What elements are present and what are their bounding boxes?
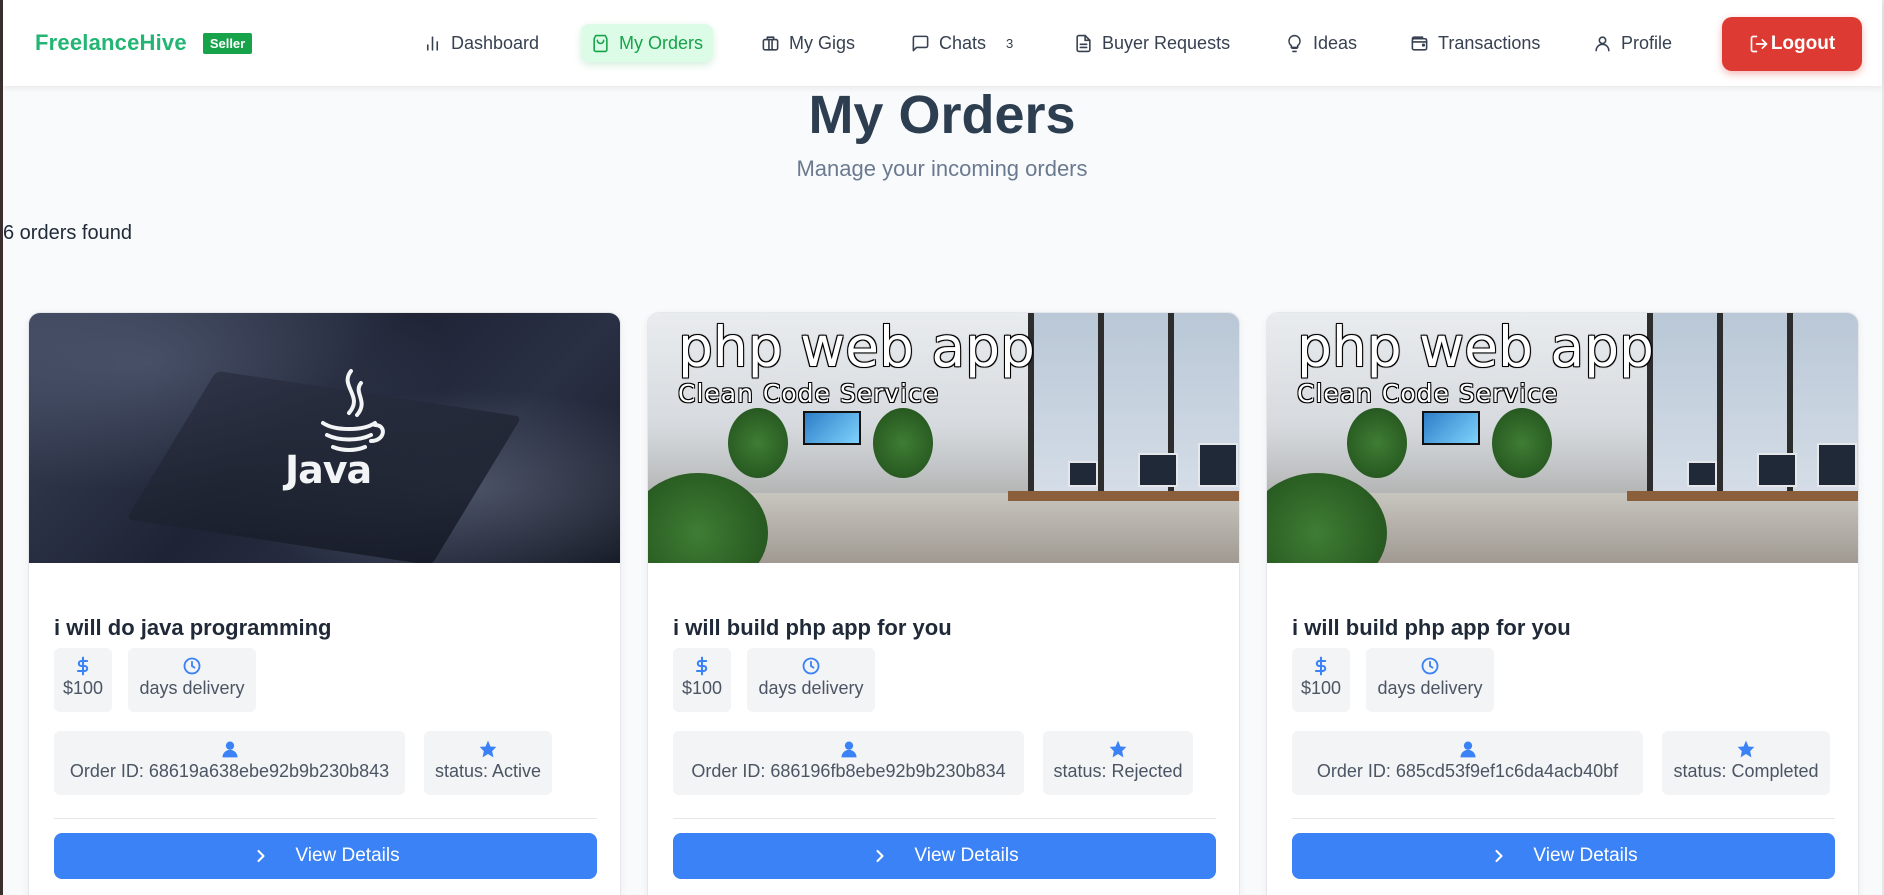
- briefcase-icon: [762, 35, 779, 51]
- logout-icon: [1750, 35, 1768, 53]
- view-details-label: View Details: [914, 845, 1019, 866]
- delivery-chip: days delivery: [1366, 648, 1494, 712]
- chevron-right-icon: [1495, 849, 1503, 863]
- image-subtitle: Clean Code Service: [678, 379, 940, 408]
- delivery-chip: days delivery: [128, 648, 256, 712]
- nav-my-orders[interactable]: My Orders: [581, 24, 714, 62]
- star-icon: [1737, 740, 1755, 758]
- order-price: $100: [1300, 678, 1342, 698]
- chats-unread-count: 3: [1006, 35, 1014, 51]
- status-chip: status: Rejected: [1043, 731, 1193, 795]
- wallet-icon: [1411, 35, 1428, 51]
- status-chip: status: Active: [424, 731, 552, 795]
- user-icon: [1460, 741, 1475, 758]
- nav-profile-label: Profile: [1621, 32, 1673, 53]
- office-image: php web app Clean Code Service: [648, 313, 1239, 563]
- java-wordmark: Java: [285, 448, 372, 492]
- price-chip: $100: [54, 648, 112, 712]
- order-id-chip: Order ID: 685cd53f9ef1c6da4acb40bf: [1292, 731, 1643, 795]
- bar-chart-icon: [426, 35, 439, 51]
- clock-icon: [183, 657, 201, 675]
- shopping-bag-icon: [593, 34, 608, 52]
- top-navbar: FreelanceHive Seller Dashboard My Orders…: [3, 0, 1882, 86]
- view-details-label: View Details: [1533, 845, 1638, 866]
- nav-profile[interactable]: Profile: [1583, 24, 1682, 62]
- order-status: status: Completed: [1673, 761, 1819, 781]
- lightbulb-icon: [1288, 34, 1301, 52]
- chevron-right-icon: [876, 849, 884, 863]
- order-id: Order ID: 686196fb8ebe92b9b230b834: [691, 761, 1006, 781]
- nav-ideas[interactable]: Ideas: [1275, 24, 1367, 62]
- nav-buyer-requests[interactable]: Buyer Requests: [1064, 24, 1240, 62]
- order-title: i will build php app for you: [1292, 615, 1571, 640]
- nav-chats-label: Chats: [939, 32, 987, 53]
- brand-name[interactable]: FreelanceHive: [35, 30, 187, 56]
- image-title: php web app: [1297, 315, 1654, 379]
- view-details-button[interactable]: View Details: [673, 833, 1216, 879]
- view-details-button[interactable]: View Details: [1292, 833, 1835, 879]
- nav-my-gigs-label: My Gigs: [789, 32, 856, 53]
- order-delivery: days delivery: [139, 678, 245, 698]
- nav-dashboard-label: Dashboard: [451, 32, 540, 53]
- price-chip: $100: [1292, 648, 1350, 712]
- price-chip: $100: [673, 648, 731, 712]
- card-divider: [1292, 818, 1835, 819]
- status-chip: status: Completed: [1662, 731, 1830, 795]
- nav-transactions-label: Transactions: [1438, 32, 1541, 53]
- nav-my-gigs[interactable]: My Gigs: [751, 24, 865, 62]
- orders-count: 6 orders found: [3, 222, 132, 244]
- document-icon: [1076, 34, 1091, 52]
- nav-chats[interactable]: Chats 3: [901, 24, 1023, 62]
- order-delivery: days delivery: [1377, 678, 1483, 698]
- java-logo-image: Java: [29, 313, 620, 563]
- user-icon: [1595, 35, 1610, 51]
- clock-icon: [1421, 657, 1439, 675]
- card-divider: [673, 818, 1216, 819]
- order-id-chip: Order ID: 686196fb8ebe92b9b230b834: [673, 731, 1024, 795]
- order-card: php web app Clean Code Service i will bu…: [647, 312, 1240, 895]
- order-id: Order ID: 685cd53f9ef1c6da4acb40bf: [1316, 761, 1619, 781]
- user-icon: [841, 741, 856, 758]
- chevron-right-icon: [257, 849, 265, 863]
- order-id: Order ID: 68619a638ebe92b9b230b843: [69, 761, 390, 781]
- page-title: My Orders: [808, 85, 1076, 145]
- nav-transactions[interactable]: Transactions: [1400, 24, 1550, 62]
- star-icon: [479, 740, 497, 758]
- logout-button[interactable]: Logout: [1722, 17, 1862, 71]
- image-title: php web app: [678, 315, 1035, 379]
- nav-my-orders-label: My Orders: [619, 32, 704, 53]
- order-delivery: days delivery: [758, 678, 864, 698]
- order-title: i will do java programming: [54, 615, 332, 640]
- order-status: status: Active: [434, 761, 542, 781]
- dollar-icon: [1314, 656, 1327, 676]
- order-price: $100: [681, 678, 723, 698]
- order-status: status: Rejected: [1053, 761, 1183, 781]
- clock-icon: [802, 657, 820, 675]
- seller-badge: Seller: [202, 32, 253, 54]
- nav-dashboard[interactable]: Dashboard: [413, 24, 549, 62]
- page-subtitle: Manage your incoming orders: [796, 156, 1088, 181]
- dollar-icon: [695, 656, 708, 676]
- brand[interactable]: FreelanceHive Seller: [35, 30, 253, 56]
- chat-bubble-icon: [912, 35, 929, 51]
- order-card: php web app Clean Code Service i will bu…: [1266, 312, 1859, 895]
- view-details-label: View Details: [295, 845, 400, 866]
- logout-label: Logout: [1770, 33, 1836, 54]
- order-price: $100: [62, 678, 104, 698]
- order-id-chip: Order ID: 68619a638ebe92b9b230b843: [54, 731, 405, 795]
- office-image: php web app Clean Code Service: [1267, 313, 1858, 563]
- view-details-button[interactable]: View Details: [54, 833, 597, 879]
- image-subtitle: Clean Code Service: [1297, 379, 1559, 408]
- star-icon: [1109, 740, 1127, 758]
- nav-ideas-label: Ideas: [1313, 32, 1358, 53]
- nav-buyer-requests-label: Buyer Requests: [1102, 32, 1231, 53]
- user-icon: [222, 741, 237, 758]
- order-card: Java i will do java programming $100 day…: [28, 312, 621, 895]
- delivery-chip: days delivery: [747, 648, 875, 712]
- order-title: i will build php app for you: [673, 615, 952, 640]
- dollar-icon: [76, 656, 89, 676]
- card-divider: [54, 818, 597, 819]
